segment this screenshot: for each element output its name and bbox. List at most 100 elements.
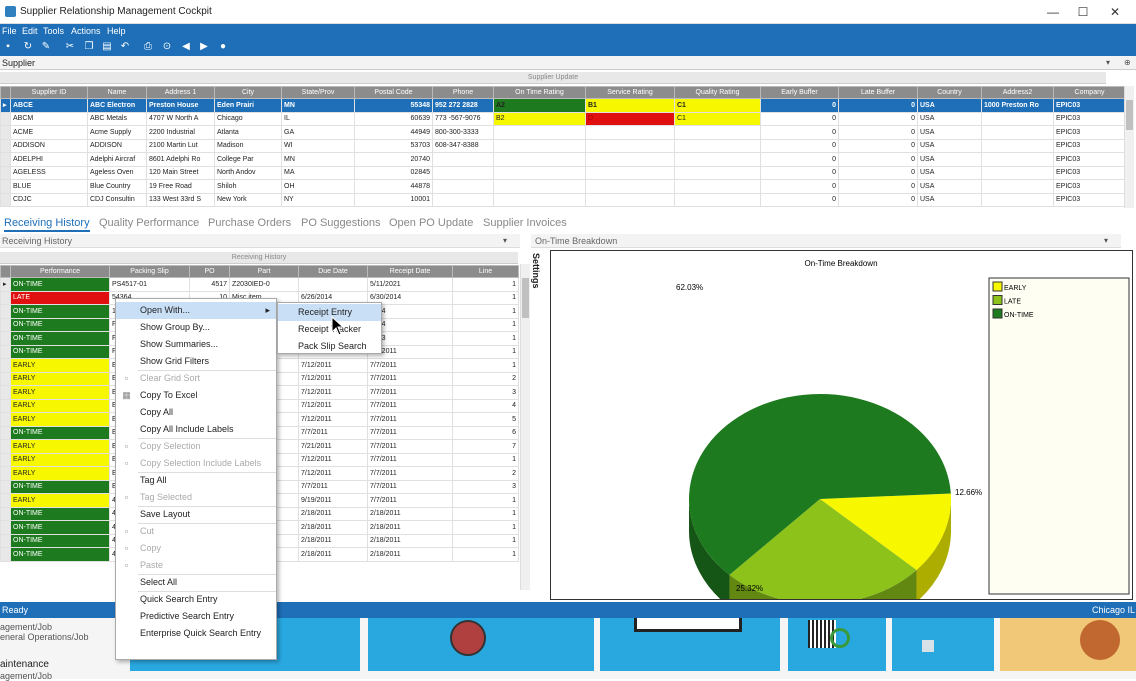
column-header[interactable]: On Time Rating bbox=[493, 86, 586, 99]
row-indicator[interactable]: ▸ bbox=[0, 98, 11, 113]
panel-dropdown-icon[interactable]: ▾ bbox=[1106, 58, 1110, 67]
column-header[interactable]: Postal Code bbox=[354, 86, 433, 99]
maximize-button[interactable]: ☐ bbox=[1073, 4, 1093, 20]
row-indicator[interactable] bbox=[0, 439, 11, 454]
forward-icon[interactable]: ▶ bbox=[198, 40, 210, 53]
submenu-item[interactable]: Receipt Tracker bbox=[278, 321, 381, 338]
copy-icon[interactable]: ❐ bbox=[83, 40, 95, 53]
menu-file[interactable]: File bbox=[2, 26, 17, 36]
column-header[interactable]: Part bbox=[229, 265, 299, 278]
stop-icon[interactable]: ● bbox=[217, 40, 229, 53]
minimize-button[interactable]: — bbox=[1043, 4, 1063, 20]
save-icon[interactable]: ▪ bbox=[2, 40, 14, 53]
close-button[interactable]: ✕ bbox=[1105, 4, 1125, 20]
row-indicator[interactable] bbox=[0, 493, 11, 508]
context-menu-item[interactable]: Show Summaries... bbox=[116, 336, 276, 353]
context-menu-item[interactable]: ▦ Copy To Excel bbox=[116, 387, 276, 404]
context-menu-item[interactable]: Copy All bbox=[116, 404, 276, 421]
pin-icon[interactable]: ⊕ bbox=[1124, 58, 1131, 67]
menu-edit[interactable]: Edit bbox=[22, 26, 38, 36]
row-indicator[interactable] bbox=[0, 152, 11, 167]
tab-open-po-update[interactable]: Open PO Update bbox=[389, 217, 473, 229]
row-indicator[interactable] bbox=[0, 304, 11, 319]
row-indicator[interactable] bbox=[0, 290, 11, 305]
context-menu-item[interactable]: Quick Search Entry bbox=[116, 591, 276, 608]
context-menu-item[interactable]: Enterprise Quick Search Entry bbox=[116, 625, 276, 642]
tab-quality-performance[interactable]: Quality Performance bbox=[99, 217, 199, 229]
menu-tools[interactable]: Tools bbox=[43, 26, 64, 36]
column-header[interactable]: Address 1 bbox=[146, 86, 215, 99]
launch-tile[interactable] bbox=[1000, 618, 1136, 671]
column-header[interactable]: Due Date bbox=[298, 265, 368, 278]
row-indicator[interactable] bbox=[0, 179, 11, 194]
row-indicator[interactable] bbox=[0, 479, 11, 494]
panel-dropdown-icon[interactable]: ▾ bbox=[1104, 236, 1108, 245]
row-indicator[interactable] bbox=[0, 111, 11, 126]
table-row[interactable]: ▸ ABCE ABC Electron Preston House Eden Prair… bbox=[0, 98, 1126, 113]
table-row[interactable]: ADELPHI Adelphi Aircraf 8601 Adelphi Ro Col… bbox=[0, 152, 1126, 167]
context-menu-item[interactable]: Show Group By... bbox=[116, 319, 276, 336]
table-row[interactable]: ACME Acme Supply 2200 Industrial Atlanta GA 4… bbox=[0, 125, 1126, 140]
table-row[interactable]: CDJC CDJ Consultin 133 West 33rd S New York… bbox=[0, 192, 1126, 207]
row-indicator[interactable] bbox=[0, 385, 11, 400]
table-row[interactable]: ▸ ON-TIME PS4517-01 4517 Z2030IED-0 5/11/2021… bbox=[0, 277, 519, 292]
column-header[interactable]: Service Rating bbox=[585, 86, 675, 99]
row-indicator[interactable] bbox=[0, 371, 11, 386]
row-indicator[interactable] bbox=[0, 331, 11, 346]
print-icon[interactable]: ⎙ bbox=[142, 40, 154, 53]
column-header[interactable]: Country bbox=[917, 86, 982, 99]
row-indicator[interactable]: ▸ bbox=[0, 277, 11, 292]
column-header[interactable]: City bbox=[214, 86, 282, 99]
row-indicator[interactable] bbox=[0, 412, 11, 427]
menu-actions[interactable]: Actions bbox=[71, 26, 101, 36]
submenu-item[interactable]: Pack Slip Search bbox=[278, 338, 381, 355]
row-indicator[interactable] bbox=[0, 398, 11, 413]
scrollbar-thumb[interactable] bbox=[1126, 100, 1133, 130]
column-header[interactable]: Address2 bbox=[981, 86, 1054, 99]
row-indicator[interactable] bbox=[0, 506, 11, 521]
context-menu-item[interactable]: Show Grid Filters bbox=[116, 353, 276, 370]
row-indicator[interactable] bbox=[0, 533, 11, 548]
scrollbar-thumb[interactable] bbox=[522, 278, 529, 318]
row-indicator[interactable] bbox=[0, 125, 11, 140]
cut-icon[interactable]: ✂ bbox=[64, 40, 76, 53]
supplier-scrollbar[interactable] bbox=[1124, 86, 1134, 208]
tab-supplier-invoices[interactable]: Supplier Invoices bbox=[483, 217, 567, 229]
preview-icon[interactable]: ⊙ bbox=[161, 40, 173, 53]
column-header[interactable]: Quality Rating bbox=[674, 86, 761, 99]
settings-tab[interactable]: Settings bbox=[531, 253, 547, 313]
panel-dropdown-icon[interactable]: ▾ bbox=[503, 236, 507, 245]
nav-item[interactable]: agement/Job bbox=[0, 671, 52, 681]
undo-icon[interactable]: ↶ bbox=[119, 40, 131, 53]
table-row[interactable]: AGELESS Ageless Oven 120 Main Street North … bbox=[0, 165, 1126, 180]
row-indicator[interactable] bbox=[0, 466, 11, 481]
column-header[interactable]: Phone bbox=[432, 86, 494, 99]
row-indicator[interactable] bbox=[0, 165, 11, 180]
row-indicator[interactable] bbox=[0, 317, 11, 332]
row-indicator[interactable] bbox=[0, 192, 11, 207]
tab-purchase-orders[interactable]: Purchase Orders bbox=[208, 217, 291, 229]
row-indicator[interactable] bbox=[0, 452, 11, 467]
launch-tile[interactable] bbox=[368, 618, 594, 671]
refresh-icon[interactable]: ↻ bbox=[22, 40, 34, 53]
table-row[interactable]: BLUE Blue Country 19 Free Road Shiloh OH 4487… bbox=[0, 179, 1126, 194]
context-menu-item[interactable]: Predictive Search Entry bbox=[116, 608, 276, 625]
menu-help[interactable]: Help bbox=[107, 26, 126, 36]
table-row[interactable]: ABCM ABC Metals 4707 W North A Chicago IL 606… bbox=[0, 111, 1126, 126]
nav-item[interactable]: agement/Job bbox=[0, 622, 52, 632]
submenu-item[interactable]: Receipt Entry bbox=[278, 304, 381, 321]
nav-item[interactable]: aintenance bbox=[0, 659, 49, 670]
row-indicator[interactable] bbox=[0, 425, 11, 440]
receiving-scrollbar[interactable] bbox=[520, 264, 530, 590]
launch-tile[interactable] bbox=[600, 618, 780, 671]
row-indicator[interactable] bbox=[0, 520, 11, 535]
paste-icon[interactable]: ▤ bbox=[101, 40, 113, 53]
column-header[interactable]: Early Buffer bbox=[760, 86, 839, 99]
row-indicator[interactable] bbox=[0, 344, 11, 359]
clear-icon[interactable]: ✎ bbox=[40, 40, 52, 53]
table-row[interactable]: ADDISON ADDISON 2100 Martin Lut Madison WI 53… bbox=[0, 138, 1126, 153]
launch-tile[interactable] bbox=[892, 618, 994, 671]
launch-tile[interactable] bbox=[788, 618, 886, 671]
column-header[interactable]: Supplier ID bbox=[10, 86, 88, 99]
column-header[interactable]: Company bbox=[1053, 86, 1126, 99]
